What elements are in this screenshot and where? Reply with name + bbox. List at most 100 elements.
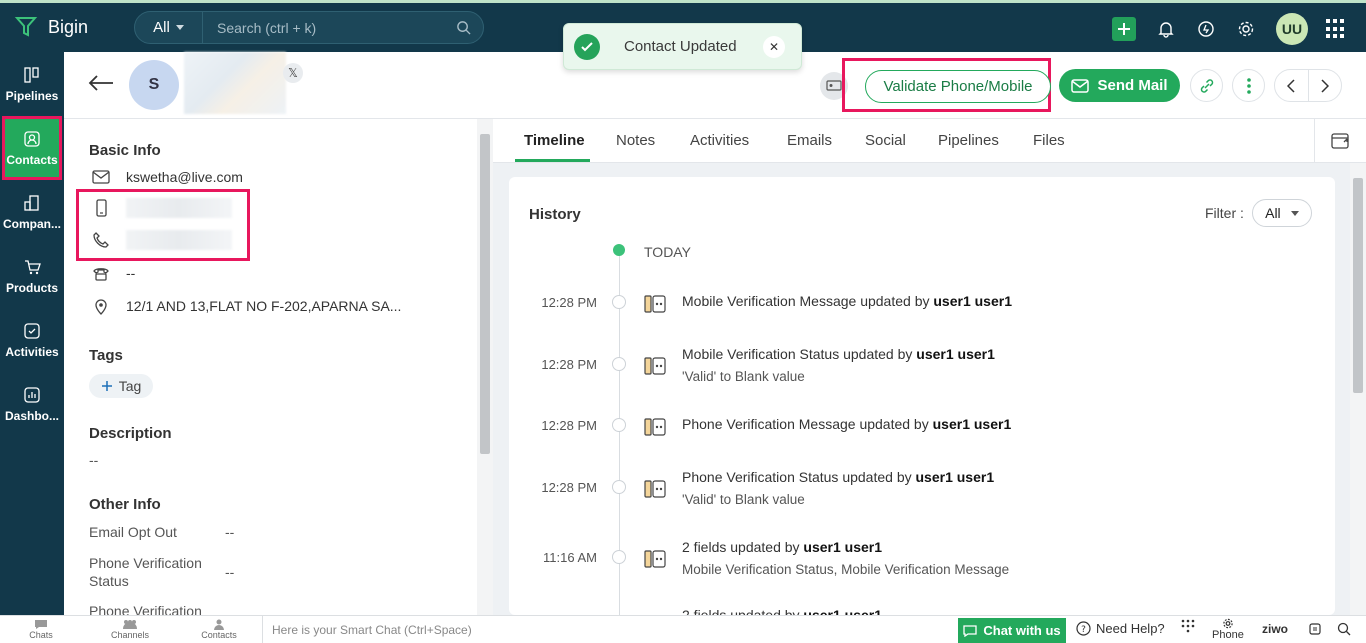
dashboard-icon [24,386,40,403]
field-update-icon [644,550,666,568]
chat-icon [963,624,978,637]
person-icon [214,619,224,630]
mail-icon [1071,78,1090,93]
address-row: 12/1 AND 13,FLAT NO F-202,APARNA SA... [92,297,401,315]
email-opt-out-label: Email Opt Out [89,524,177,540]
search-icon[interactable] [1337,622,1351,639]
check-circle-icon [574,33,600,60]
topbar-actions: UU [1112,13,1366,45]
phone-button[interactable]: Phone [1212,618,1244,641]
email-opt-out-value: -- [225,524,235,540]
active-tab-indicator [515,159,590,162]
description-value: -- [89,452,99,468]
tab-emails[interactable]: Emails [787,132,832,149]
toast-message: Contact Updated [624,38,737,55]
app-logo[interactable]: Bigin [14,15,88,39]
validate-highlight: Validate Phone/Mobile [842,58,1051,112]
search-input[interactable]: Search (ctrl + k) [203,20,443,36]
email-value[interactable]: kswetha@live.com [126,169,243,185]
panel-toggle-icon[interactable] [1314,119,1366,163]
history-title: History [529,206,581,223]
apps-grid-icon[interactable] [1326,19,1346,39]
global-search[interactable]: All Search (ctrl + k) [134,11,484,44]
channels-button[interactable]: Channels [100,619,160,640]
tab-timeline[interactable]: Timeline [524,132,585,149]
caret-down-icon [1290,210,1299,216]
plus-icon [1118,23,1130,35]
field-update-icon [644,418,666,436]
bell-icon[interactable] [1154,17,1178,41]
contacts-button[interactable]: Contacts [189,619,249,640]
send-mail-button[interactable]: Send Mail [1059,69,1180,102]
bigin-logo-icon [14,17,38,37]
companies-icon [24,194,39,211]
upgrade-icon[interactable] [1194,17,1218,41]
cart-icon [25,259,41,274]
tab-social[interactable]: Social [865,132,906,149]
link-icon[interactable] [1190,69,1223,102]
sidebar-item-activities[interactable]: Activities [0,308,64,372]
svg-text:?: ? [1081,625,1086,635]
help-icon: ? [1076,621,1091,636]
activities-icon [24,322,40,339]
chat-with-us-button[interactable]: Chat with us [958,618,1066,643]
contact-name-redacted [184,52,286,114]
phone-verification-status-label: Phone Verification Status [89,555,202,589]
tab-notes[interactable]: Notes [616,132,655,149]
caret-down-icon [175,25,184,30]
chats-button[interactable]: Chats [11,619,71,640]
field-update-icon [644,480,666,498]
bottom-bar: Chats Channels Contacts Here is your Sma… [0,615,1366,643]
sidebar-item-contacts[interactable]: Contacts [2,116,62,180]
quick-create-button[interactable] [1112,17,1136,41]
dialpad-icon[interactable] [1181,619,1195,636]
field-update-icon [644,295,666,313]
back-arrow-icon[interactable] [88,74,114,95]
phone-verification-status-value: -- [225,564,235,580]
search-scope-dropdown[interactable]: All [135,12,203,43]
previous-record-icon[interactable] [1275,70,1309,101]
user-avatar[interactable]: UU [1276,13,1308,45]
timeline-scrollbar[interactable] [1350,163,1366,615]
gear-icon[interactable] [1234,17,1258,41]
phone-verification-label: Phone Verification [89,603,202,615]
chat-bubble-icon [35,620,47,629]
add-tag-button[interactable]: Tag [89,374,153,398]
channels-icon [123,620,137,629]
phone-highlight [76,189,250,261]
details-scrollbar[interactable] [477,119,493,615]
home-phone-value: -- [126,265,136,281]
today-label: TODAY [644,244,691,260]
today-marker [613,244,625,256]
field-update-icon [644,357,666,375]
tab-pipelines[interactable]: Pipelines [938,132,999,149]
sidebar-item-pipelines[interactable]: Pipelines [0,52,64,116]
tab-activities[interactable]: Activities [690,132,749,149]
app-name: Bigin [48,16,89,37]
validate-phone-button[interactable]: Validate Phone/Mobile [865,70,1051,103]
notes-icon[interactable] [1308,622,1322,639]
need-help-button[interactable]: ? Need Help? [1076,621,1165,636]
filter-dropdown[interactable]: All [1251,199,1312,227]
toast-notification: Contact Updated ✕ [563,23,802,70]
search-icon[interactable] [443,20,483,35]
smart-chat-input[interactable]: Here is your Smart Chat (Ctrl+Space) [262,616,957,643]
details-panel: Basic Info kswetha@live.com -- 12/1 AND … [64,119,477,615]
toast-close-button[interactable]: ✕ [763,35,785,58]
basic-info-title: Basic Info [89,142,161,159]
plus-icon [101,381,112,391]
history-card: History Filter : All TODAY 12:28 PM Mobi… [509,177,1335,615]
x-social-icon[interactable]: 𝕏 [283,63,303,83]
sidebar-item-dashboards[interactable]: Dashbo... [0,372,64,436]
email-row: kswetha@live.com [92,168,243,186]
tab-files[interactable]: Files [1033,132,1065,149]
history-filter: Filter : All [1205,199,1312,227]
address-value: 12/1 AND 13,FLAT NO F-202,APARNA SA... [126,298,402,314]
ziwo-logo[interactable]: ziwo [1262,622,1288,636]
sidebar-item-companies[interactable]: Compan... [0,180,64,244]
sidebar-item-products[interactable]: Products [0,244,64,308]
more-options-icon[interactable] [1232,69,1265,102]
home-phone-row: -- [92,264,135,282]
next-record-icon[interactable] [1309,70,1342,101]
telephone-icon [93,268,109,281]
